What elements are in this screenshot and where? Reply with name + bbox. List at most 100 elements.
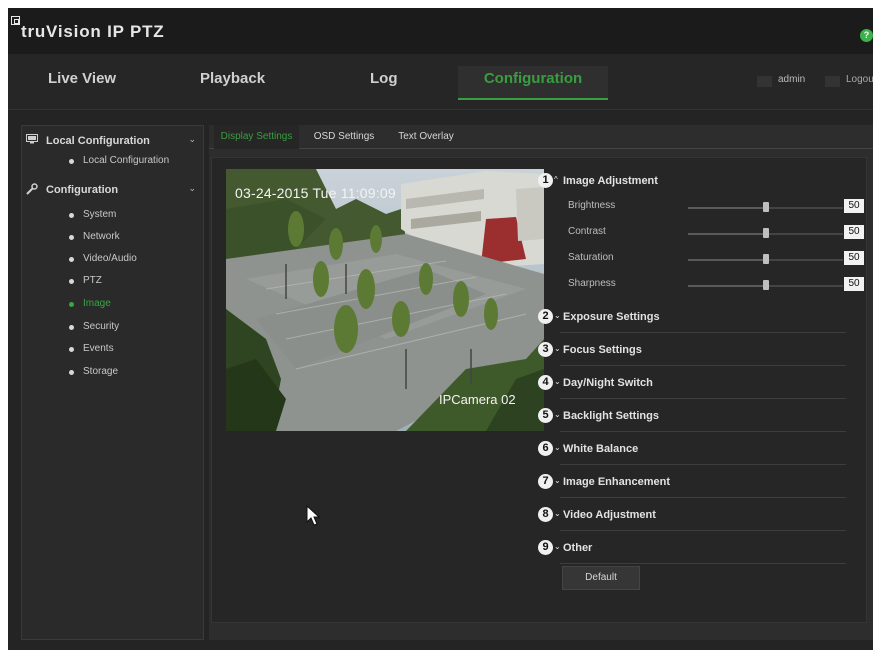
section-white-balance[interactable]: 6 ⌄ White Balance <box>538 438 848 465</box>
section-exposure-settings[interactable]: 2 ⌄ Exposure Settings <box>538 306 848 333</box>
chevron-down-icon: ⌄ <box>554 476 561 485</box>
sharpness-value[interactable]: 50 <box>844 277 864 291</box>
bullet-icon <box>69 235 74 240</box>
sidebar-item-local-configuration[interactable]: Local Configuration <box>22 152 205 172</box>
section-backlight-settings[interactable]: 5 ⌄ Backlight Settings <box>538 405 848 432</box>
slider-thumb[interactable] <box>762 228 769 238</box>
saturation-value[interactable]: 50 <box>844 251 864 265</box>
sidebar-item-system[interactable]: System <box>22 206 205 226</box>
sidebar-item-label: Security <box>83 321 120 332</box>
sidebar-item-label: Storage <box>83 366 119 377</box>
camera-preview[interactable]: 03-24-2015 Tue 11:09:09 IPCamera 02 <box>226 169 544 431</box>
chevron-up-icon: ^ <box>554 175 558 184</box>
sidebar-item-label: Network <box>83 231 120 242</box>
section-number-badge: 4 <box>538 375 553 390</box>
section-video-adjustment[interactable]: 8 ⌄ Video Adjustment <box>538 504 848 531</box>
slider-thumb[interactable] <box>762 280 769 290</box>
sidebar-item-security[interactable]: Security <box>22 318 205 338</box>
mouse-pointer-icon <box>306 505 321 526</box>
sharpness-row: Sharpness 50 <box>568 274 868 296</box>
sidebar-item-image[interactable]: Image <box>22 295 205 315</box>
tab-configuration[interactable]: Configuration <box>458 66 608 100</box>
section-title: Image Adjustment <box>563 175 658 187</box>
bullet-icon <box>69 370 74 375</box>
section-title: White Balance <box>563 443 639 455</box>
chevron-down-icon: ⌄ <box>554 542 561 551</box>
section-number-badge: 5 <box>538 408 553 423</box>
sidebar-item-storage[interactable]: Storage <box>22 363 205 383</box>
sharpness-slider[interactable] <box>688 280 843 290</box>
bullet-icon <box>69 325 74 330</box>
contrast-row: Contrast 50 <box>568 222 868 244</box>
section-number-badge: 8 <box>538 507 553 522</box>
section-title: Video Adjustment <box>563 509 656 521</box>
default-button[interactable]: Default <box>562 566 640 590</box>
sharpness-label: Sharpness <box>568 278 616 289</box>
help-icon[interactable]: ? <box>860 29 873 42</box>
slider-thumb[interactable] <box>762 254 769 264</box>
divider <box>560 398 846 399</box>
section-title: Backlight Settings <box>563 410 659 422</box>
sidebar-group-configuration[interactable]: Configuration ⌄ <box>22 180 205 200</box>
chevron-down-icon: ⌄ <box>554 410 561 419</box>
contrast-label: Contrast <box>568 226 606 237</box>
tab-display-settings[interactable]: Display Settings <box>214 125 299 149</box>
sidebar: Local Configuration ⌄ Local Configuratio… <box>21 125 204 640</box>
saturation-row: Saturation 50 <box>568 248 868 270</box>
logo: truVision IP PTZ <box>11 14 164 42</box>
section-day-night-switch[interactable]: 4 ⌄ Day/Night Switch <box>538 372 848 399</box>
logo-text: truVision IP PTZ <box>21 22 165 41</box>
section-image-adjustment[interactable]: 1 ^ Image Adjustment <box>538 170 848 194</box>
logout-button[interactable]: Logou <box>846 74 873 85</box>
divider <box>560 530 846 531</box>
bullet-icon <box>69 159 74 164</box>
bullet-icon <box>69 302 74 307</box>
divider <box>560 464 846 465</box>
tab-text-overlay[interactable]: Text Overlay <box>388 125 464 149</box>
divider <box>560 497 846 498</box>
brightness-slider[interactable] <box>688 202 843 212</box>
tab-playback[interactable]: Playback <box>200 66 265 100</box>
app-window: truVision IP PTZ ? Live View Playback Lo… <box>8 8 873 650</box>
sidebar-item-label: Video/Audio <box>83 253 137 264</box>
image-settings-list: 1 ^ Image Adjustment Brightness 50 Contr… <box>538 170 868 610</box>
chevron-down-icon: ⌄ <box>554 377 561 386</box>
sidebar-item-video-audio[interactable]: Video/Audio <box>22 250 205 270</box>
sidebar-group-local-configuration[interactable]: Local Configuration ⌄ <box>22 131 205 151</box>
section-other[interactable]: 9 ⌄ Other <box>538 537 848 564</box>
brightness-row: Brightness 50 <box>568 196 868 218</box>
sidebar-item-ptz[interactable]: PTZ <box>22 272 205 292</box>
brand-bar: truVision IP PTZ ? <box>8 8 873 54</box>
brightness-label: Brightness <box>568 200 616 211</box>
tab-log[interactable]: Log <box>370 66 398 100</box>
slider-thumb[interactable] <box>762 202 769 212</box>
divider <box>560 332 846 333</box>
logo-mark-icon <box>11 16 20 25</box>
chevron-down-icon: ⌄ <box>188 134 196 144</box>
section-title: Image Enhancement <box>563 476 670 488</box>
tab-osd-settings[interactable]: OSD Settings <box>305 125 383 149</box>
osd-camera-name: IPCamera 02 <box>439 392 516 407</box>
section-focus-settings[interactable]: 3 ⌄ Focus Settings <box>538 339 848 366</box>
section-title: Day/Night Switch <box>563 377 653 389</box>
bullet-icon <box>69 279 74 284</box>
tab-live-view[interactable]: Live View <box>48 66 116 100</box>
section-title: Other <box>563 542 593 554</box>
user-icon <box>757 76 772 87</box>
section-number-badge: 1 <box>538 173 553 188</box>
divider <box>560 365 846 366</box>
section-image-enhancement[interactable]: 7 ⌄ Image Enhancement <box>538 471 848 498</box>
contrast-slider[interactable] <box>688 228 843 238</box>
sidebar-group-label: Local Configuration <box>46 135 150 147</box>
sidebar-item-label: Image <box>83 298 111 309</box>
chevron-down-icon: ⌄ <box>554 443 561 452</box>
saturation-slider[interactable] <box>688 254 843 264</box>
section-number-badge: 2 <box>538 309 553 324</box>
brightness-value[interactable]: 50 <box>844 199 864 213</box>
sidebar-item-network[interactable]: Network <box>22 228 205 248</box>
sidebar-item-events[interactable]: Events <box>22 340 205 360</box>
sidebar-group-label: Configuration <box>46 184 119 196</box>
contrast-value[interactable]: 50 <box>844 225 864 239</box>
sidebar-item-label: Local Configuration <box>83 155 170 166</box>
logout-icon[interactable] <box>825 76 840 87</box>
